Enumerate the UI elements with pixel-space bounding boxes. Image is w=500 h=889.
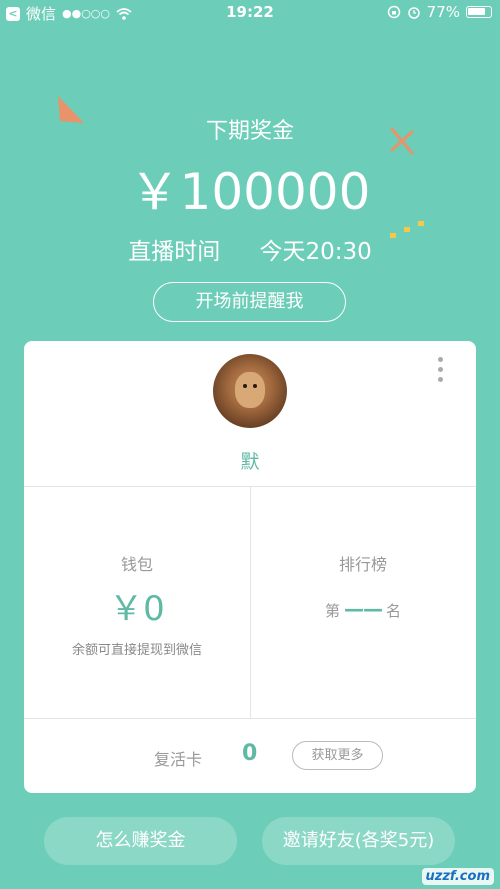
wallet-label[interactable]: 钱包: [24, 551, 250, 575]
live-time-row: 直播时间 今天20:30: [0, 232, 500, 266]
battery-icon: [466, 6, 492, 18]
how-to-earn-button[interactable]: 怎么赚奖金: [44, 817, 237, 865]
avatar[interactable]: [213, 354, 287, 428]
wallet-amount[interactable]: ￥0: [24, 581, 250, 630]
divider: [24, 718, 476, 719]
more-options-icon[interactable]: [436, 357, 444, 382]
battery-percent: 77%: [426, 3, 460, 21]
ranking-suffix: 名: [386, 602, 402, 620]
invite-friends-button[interactable]: 邀请好友(各奖5元): [262, 817, 455, 865]
prize-amount: ￥100000: [129, 163, 371, 221]
alarm-icon: [407, 7, 420, 19]
prize-label: 下期奖金: [205, 119, 294, 144]
revive-card-count: 0: [242, 741, 258, 766]
ranking-value-row[interactable]: 第 —— 名: [250, 597, 476, 621]
remind-me-button[interactable]: 开场前提醒我: [153, 282, 346, 322]
status-bar: < 微信 ●●○○○ 19:22 77%: [0, 0, 500, 26]
ranking-prefix: 第: [324, 602, 340, 620]
live-time-value: 今天20:30: [259, 239, 372, 265]
ranking-value: ——: [344, 597, 383, 621]
live-time-label: 直播时间: [128, 239, 221, 265]
ranking-label[interactable]: 排行榜: [250, 551, 476, 575]
get-more-button[interactable]: 获取更多: [292, 741, 383, 770]
rotation-lock-icon: [387, 5, 400, 19]
status-bar-right: 77%: [387, 3, 492, 21]
username: 默: [240, 451, 260, 473]
wallet-note: 余额可直接提现到微信: [71, 643, 202, 658]
revive-card-label: 复活卡: [154, 750, 203, 769]
site-watermark: uzzf.com: [421, 868, 494, 885]
user-card: 默 钱包 ￥0 余额可直接提现到微信 排行榜 第 —— 名 复活卡 0 获取更多: [24, 341, 476, 793]
